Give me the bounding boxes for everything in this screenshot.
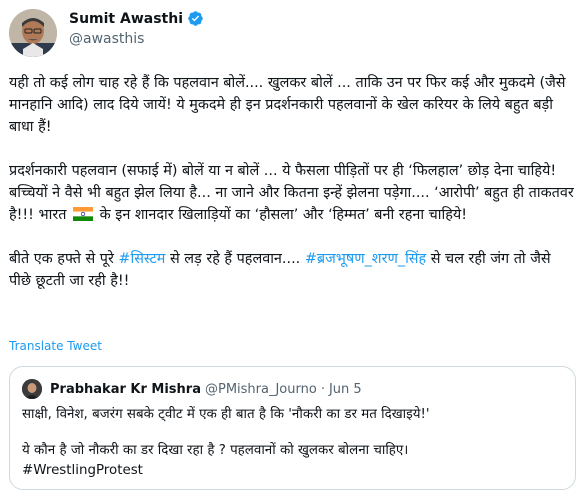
author-name-row: Sumit Awasthi xyxy=(69,10,204,27)
tweet-paragraph-3: बीते एक हफ्ते से पूरे #सिस्टम से लड़ रहे… xyxy=(9,248,574,292)
tweet-text: यही तो कई लोग चाह रहे हैं कि पहलवान बोले… xyxy=(9,72,574,292)
hashtag-link-brijbhushan[interactable]: #ब्रजभूषण_शरण_सिंह xyxy=(305,251,426,267)
tweet-paragraph-2-part-b: के इन शानदार खिलाड़ियों का ‘हौसला’ और ‘ह… xyxy=(99,207,467,223)
quoted-author-handle[interactable]: @PMishra_Journo xyxy=(205,382,317,397)
tweet-paragraph-2: प्रदर्शनकारी पहलवान (सफाई में) बोलें या … xyxy=(9,160,574,226)
tweet-paragraph-3-part-b: से लड़ रहे हैं पहलवान.... xyxy=(169,251,301,267)
quoted-tweet-card[interactable]: Prabhakar Kr Mishra @PMishra_Journo · Ju… xyxy=(9,366,576,490)
tweet-paragraph-3-part-a: बीते एक हफ्ते से पूरे xyxy=(9,251,114,267)
author-avatar-image xyxy=(9,9,57,57)
quoted-line-1: साक्षी, विनेश, बजरंग सबके ट्वीट में एक ह… xyxy=(22,407,430,422)
quoted-tweet-header: Prabhakar Kr Mishra @PMishra_Journo · Ju… xyxy=(22,379,362,399)
author-handle[interactable]: @awasthis xyxy=(69,31,144,47)
quoted-author-avatar[interactable] xyxy=(22,379,42,399)
translate-tweet-link[interactable]: Translate Tweet xyxy=(9,339,102,353)
author-avatar[interactable] xyxy=(9,9,57,57)
quoted-date[interactable]: Jun 5 xyxy=(329,382,362,397)
hashtag-link-system[interactable]: #सिस्टम xyxy=(118,251,165,267)
quoted-author-avatar-image xyxy=(22,379,42,399)
verified-badge-icon[interactable] xyxy=(187,10,204,27)
quoted-author-name[interactable]: Prabhakar Kr Mishra xyxy=(50,382,201,397)
quoted-line-2: ये कौन है जो नौकरी का डर दिखा रहा है ? प… xyxy=(22,443,409,458)
quoted-line-3: #WrestlingProtest xyxy=(22,463,143,478)
author-display-name[interactable]: Sumit Awasthi xyxy=(69,11,183,27)
india-flag-icon xyxy=(73,207,94,221)
quoted-tweet-text: साक्षी, विनेश, बजरंग सबके ट्वीट में एक ह… xyxy=(22,405,562,481)
tweet-paragraph-1: यही तो कई लोग चाह रहे हैं कि पहलवान बोले… xyxy=(9,75,566,135)
quoted-separator: · xyxy=(320,381,325,397)
